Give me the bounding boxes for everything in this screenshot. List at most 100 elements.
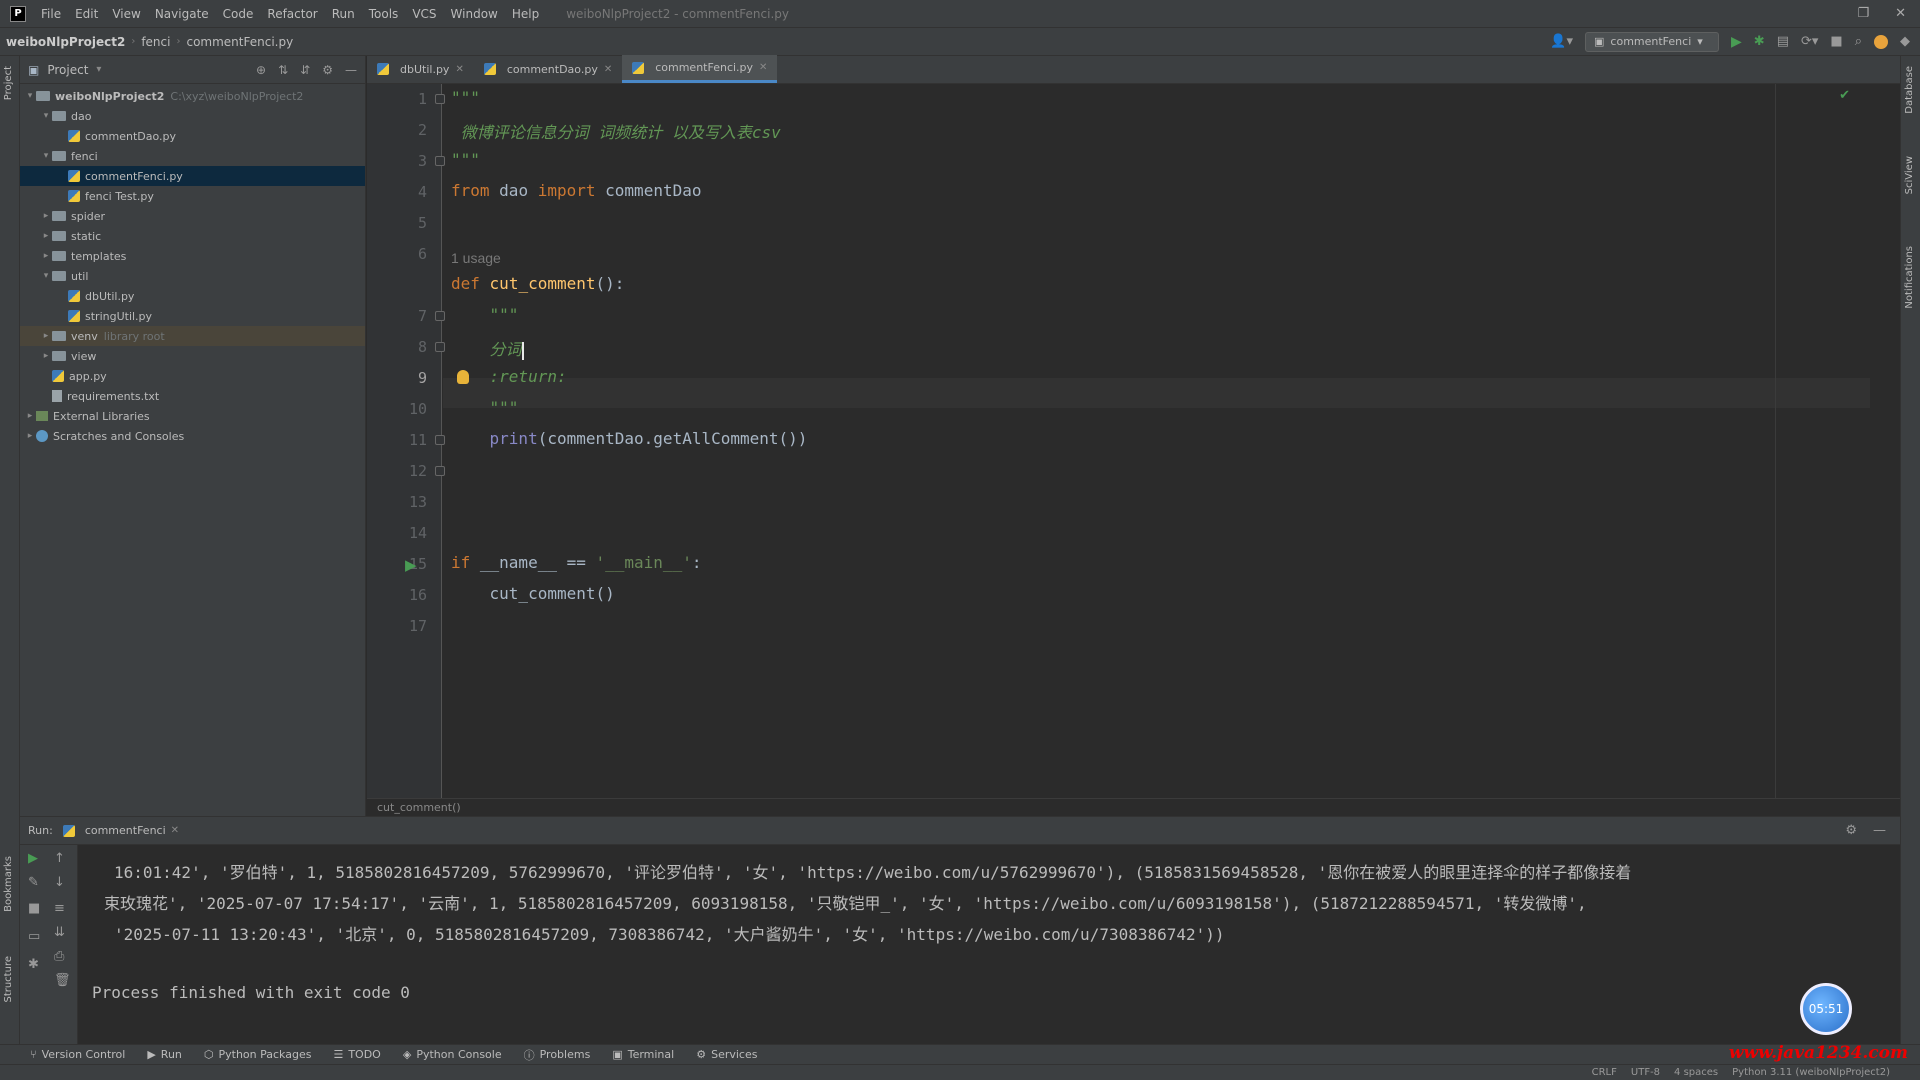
- soft-wrap-icon[interactable]: ≡: [54, 901, 65, 916]
- run-gutter-icon[interactable]: ▶: [405, 556, 417, 574]
- breadcrumb-file[interactable]: commentFenci.py: [180, 35, 299, 49]
- project-tool-tab[interactable]: Project: [3, 66, 14, 100]
- close-icon[interactable]: ✕: [759, 62, 767, 73]
- fold-icon[interactable]: [435, 94, 445, 104]
- jetbrains-logo-icon[interactable]: ◆: [1900, 34, 1910, 49]
- breadcrumb-project[interactable]: weiboNlpProject2: [0, 35, 131, 49]
- menu-navigate[interactable]: Navigate: [148, 7, 216, 21]
- breadcrumb-folder[interactable]: fenci: [135, 35, 176, 49]
- tab-dbutil[interactable]: dbUtil.py ✕: [367, 55, 474, 83]
- tree-item[interactable]: fenci Test.py: [20, 186, 365, 206]
- close-icon[interactable]: ✕: [455, 64, 463, 75]
- code-editor[interactable]: ✔ 1 2 3 4 5 6 7 8 9 10 11 12 13 14 15 16…: [367, 84, 1900, 798]
- tree-item[interactable]: ▾ fenci: [20, 146, 365, 166]
- editor-breadcrumb-item[interactable]: cut_comment(): [377, 801, 461, 814]
- menu-code[interactable]: Code: [216, 7, 261, 21]
- fold-icon[interactable]: [435, 156, 445, 166]
- menu-help[interactable]: Help: [505, 7, 546, 21]
- tab-commentfenci[interactable]: commentFenci.py ✕: [622, 55, 778, 83]
- trash-icon[interactable]: 🗑: [54, 973, 71, 988]
- chevron-down-icon[interactable]: ▾: [40, 111, 52, 121]
- stop-icon[interactable]: ■: [1830, 34, 1842, 49]
- close-window-icon[interactable]: ✕: [1895, 6, 1906, 21]
- tab-run[interactable]: ▶ Run: [147, 1048, 182, 1061]
- bookmarks-tool-tab[interactable]: Bookmarks: [3, 856, 14, 912]
- database-tool-tab[interactable]: Database: [1904, 66, 1915, 114]
- tree-item[interactable]: ▸ static: [20, 226, 365, 246]
- check-icon[interactable]: ✔: [1839, 88, 1850, 103]
- print-icon[interactable]: ⎙: [54, 949, 64, 964]
- code-lens[interactable]: 1 usage: [451, 248, 501, 267]
- chevron-right-icon[interactable]: ▸: [40, 351, 52, 361]
- tab-python-packages[interactable]: ⬡ Python Packages: [204, 1048, 312, 1061]
- tree-item[interactable]: stringUtil.py: [20, 306, 365, 326]
- chevron-right-icon[interactable]: ▸: [40, 211, 52, 221]
- menu-view[interactable]: View: [105, 7, 147, 21]
- structure-tool-tab[interactable]: Structure: [3, 956, 14, 1003]
- chevron-right-icon[interactable]: ▸: [24, 411, 36, 421]
- usage-hint[interactable]: 1 usage: [451, 250, 501, 266]
- tab-todo[interactable]: ☰ TODO: [333, 1048, 380, 1061]
- locate-file-icon[interactable]: ⊕: [256, 63, 266, 77]
- tree-item[interactable]: ▸ Scratches and Consoles: [20, 426, 365, 446]
- chevron-right-icon[interactable]: ▸: [40, 331, 52, 341]
- fold-icon[interactable]: [435, 466, 445, 476]
- tree-item[interactable]: ▸ view: [20, 346, 365, 366]
- tree-item[interactable]: ▾ util: [20, 266, 365, 286]
- tab-terminal[interactable]: ▣ Terminal: [612, 1048, 674, 1061]
- chevron-down-icon[interactable]: ▾: [40, 151, 52, 161]
- line-separator-status[interactable]: CRLF: [1592, 1067, 1617, 1078]
- tree-item[interactable]: ▸ External Libraries: [20, 406, 365, 426]
- search-icon[interactable]: ⌕: [1855, 34, 1862, 49]
- tree-root[interactable]: ▾ weiboNlpProject2 C:\xyz\weiboNlpProjec…: [20, 86, 365, 106]
- restore-window-icon[interactable]: ❐: [1857, 6, 1869, 21]
- run-tab[interactable]: commentFenci ✕: [62, 824, 179, 837]
- tree-item[interactable]: ▸ spider: [20, 206, 365, 226]
- tree-item[interactable]: app.py: [20, 366, 365, 386]
- scroll-down-icon[interactable]: ↓: [54, 875, 65, 890]
- coverage-icon[interactable]: ▤: [1777, 34, 1789, 49]
- tab-services[interactable]: ⚙ Services: [696, 1048, 757, 1061]
- chevron-right-icon[interactable]: ▸: [40, 251, 52, 261]
- collapse-all-icon[interactable]: ⇵: [300, 63, 310, 77]
- close-icon[interactable]: ✕: [171, 825, 179, 836]
- menu-tools[interactable]: Tools: [362, 7, 406, 21]
- menu-window[interactable]: Window: [444, 7, 505, 21]
- menu-vcs[interactable]: VCS: [405, 7, 443, 21]
- update-icon[interactable]: [1874, 34, 1888, 49]
- gear-icon[interactable]: ⚙: [1845, 823, 1857, 838]
- tree-item[interactable]: dbUtil.py: [20, 286, 365, 306]
- run-icon[interactable]: ▶: [1731, 34, 1742, 50]
- indent-status[interactable]: 4 spaces: [1674, 1067, 1718, 1078]
- chevron-down-icon[interactable]: ▾: [40, 271, 52, 281]
- interpreter-status[interactable]: Python 3.11 (weiboNlpProject2): [1732, 1067, 1890, 1078]
- chevron-right-icon[interactable]: ▸: [40, 231, 52, 241]
- hide-panel-icon[interactable]: —: [345, 63, 357, 77]
- stop-icon[interactable]: ■: [28, 901, 40, 916]
- close-icon[interactable]: ✕: [604, 64, 612, 75]
- menu-refactor[interactable]: Refactor: [260, 7, 324, 21]
- scroll-up-icon[interactable]: ↑: [54, 851, 65, 866]
- profile-icon[interactable]: ⟳▾: [1801, 34, 1818, 49]
- tab-commentdao[interactable]: commentDao.py ✕: [474, 55, 622, 83]
- tab-python-console[interactable]: ◈ Python Console: [403, 1048, 502, 1061]
- tree-item[interactable]: commentDao.py: [20, 126, 365, 146]
- tab-version-control[interactable]: ⑂ Version Control: [30, 1048, 125, 1061]
- account-icon[interactable]: 👤▾: [1550, 34, 1573, 49]
- project-panel-title[interactable]: Project: [47, 63, 88, 77]
- pin-icon[interactable]: ✱: [28, 957, 39, 972]
- chevron-right-icon[interactable]: ▸: [24, 431, 36, 441]
- tree-item[interactable]: ▾ dao: [20, 106, 365, 126]
- fold-icon[interactable]: [435, 342, 445, 352]
- fold-icon[interactable]: [435, 435, 445, 445]
- hide-panel-icon[interactable]: —: [1873, 823, 1886, 838]
- expand-all-icon[interactable]: ⇅: [278, 63, 288, 77]
- tree-item[interactable]: ▸ templates: [20, 246, 365, 266]
- run-config-selector[interactable]: ▣ commentFenci ▾: [1585, 31, 1720, 52]
- menu-file[interactable]: File: [34, 7, 68, 21]
- rerun-icon[interactable]: ▶: [28, 851, 38, 866]
- chevron-down-icon[interactable]: ▾: [96, 64, 101, 75]
- encoding-status[interactable]: UTF-8: [1631, 1067, 1660, 1078]
- menu-run[interactable]: Run: [325, 7, 362, 21]
- gear-icon[interactable]: ⚙: [322, 63, 333, 77]
